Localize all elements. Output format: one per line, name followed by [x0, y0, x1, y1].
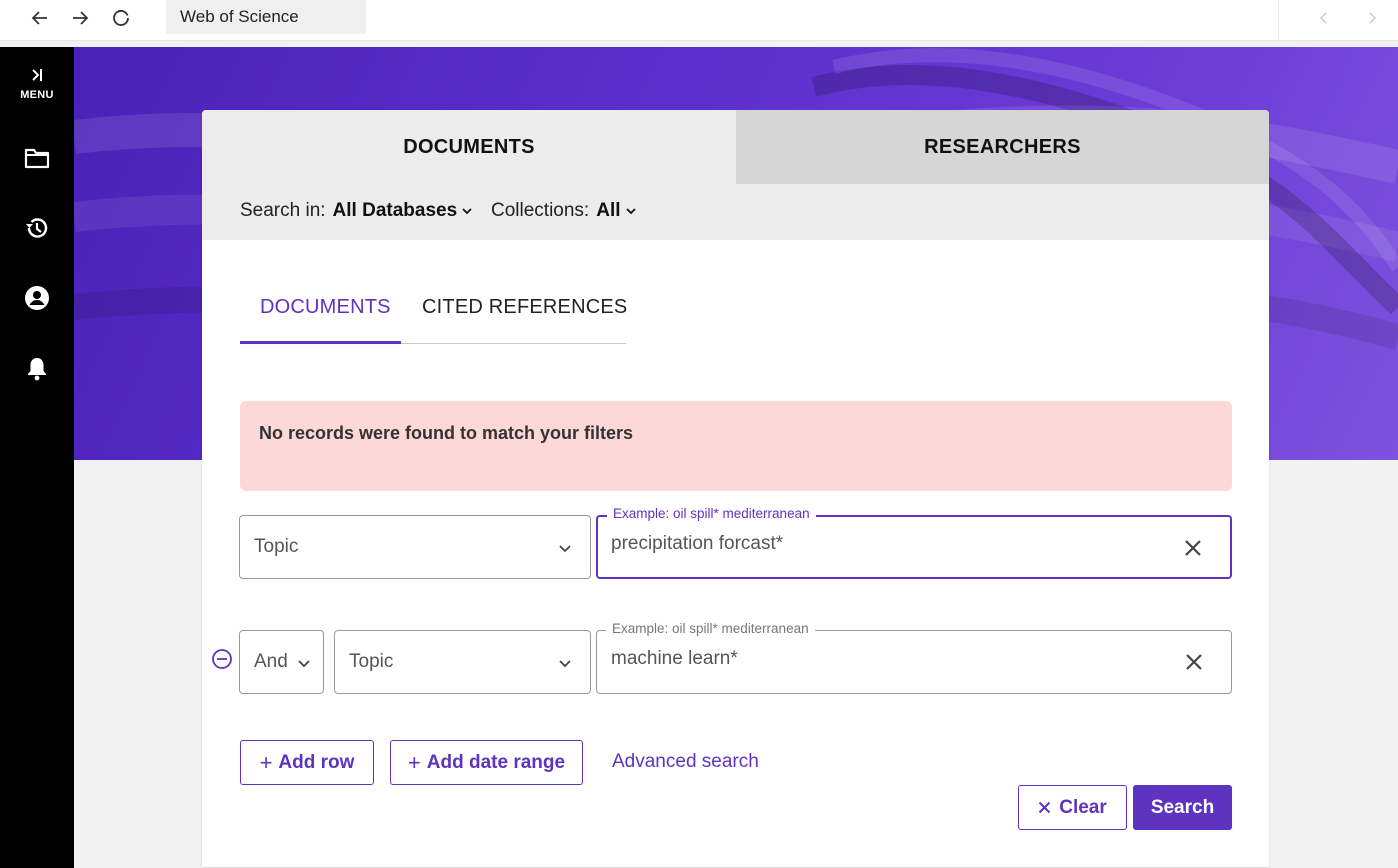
tab-title[interactable]: Web of Science: [166, 0, 366, 34]
close-icon[interactable]: [1184, 539, 1202, 557]
search-input-value[interactable]: precipitation forcast*: [611, 533, 783, 555]
chevron-down-icon: [625, 208, 636, 215]
close-icon[interactable]: [1185, 653, 1203, 671]
chevron-down-icon: [298, 660, 310, 668]
arrow-right-icon: [73, 11, 89, 25]
folder-icon: [24, 148, 50, 169]
chevron-down-icon: [559, 545, 571, 553]
chevron-left-icon: [1319, 12, 1327, 24]
no-results-alert: No records were found to match your filt…: [240, 401, 1232, 491]
history-icon: [26, 218, 48, 238]
sidebar: MENU: [0, 47, 74, 868]
add-date-range-label: Add date range: [426, 751, 566, 773]
remove-row-icon[interactable]: [211, 648, 233, 670]
forward-button[interactable]: [65, 4, 95, 32]
collections-value: All: [596, 200, 621, 221]
plus-icon: +: [407, 749, 421, 775]
search-in-label: Search in:: [240, 200, 326, 221]
add-date-range-button[interactable]: + Add date range: [390, 740, 583, 785]
clear-label: Clear: [1059, 796, 1107, 818]
sidebar-item-profile[interactable]: [0, 285, 74, 311]
account-icon: [25, 286, 49, 310]
subtab-cited-references[interactable]: CITED REFERENCES: [422, 296, 627, 319]
add-row-button[interactable]: + Add row: [240, 740, 374, 785]
field-select-value: Topic: [254, 536, 299, 557]
arrow-left-icon: [31, 11, 47, 25]
search-in-dropdown[interactable]: Search in: All Databases: [240, 200, 473, 222]
collections-label: Collections:: [491, 200, 590, 221]
alert-message: No records were found to match your filt…: [259, 423, 634, 443]
tab-researchers[interactable]: RESEARCHERS: [736, 110, 1269, 184]
bell-icon: [28, 358, 46, 381]
chevron-down-icon: [462, 208, 472, 215]
page-back-button[interactable]: [1309, 4, 1339, 32]
operator-select-row-2[interactable]: And: [239, 630, 324, 694]
subtab-documents[interactable]: DOCUMENTS: [260, 296, 391, 319]
reload-button[interactable]: [106, 4, 136, 32]
field-select-row-1[interactable]: Topic: [239, 515, 591, 579]
page-forward-button[interactable]: [1357, 4, 1387, 32]
field-select-row-2[interactable]: Topic: [334, 630, 591, 694]
chevron-right-icon: [1369, 12, 1377, 24]
advanced-search-link[interactable]: Advanced search: [612, 751, 759, 773]
search-button[interactable]: Search: [1133, 785, 1232, 830]
plus-icon: +: [259, 749, 273, 775]
sidebar-item-history[interactable]: [0, 215, 74, 241]
field-placeholder: Example: oil spill* mediterranean: [606, 621, 815, 636]
sidebar-item-saved[interactable]: [0, 146, 74, 170]
close-icon: [1039, 801, 1051, 814]
sidebar-item-alerts[interactable]: [0, 355, 74, 381]
add-row-label: Add row: [278, 751, 355, 773]
database-filter-bar: Search in: All Databases Collections: Al…: [202, 184, 1269, 240]
toolbar-divider: [1278, 0, 1279, 40]
chevron-down-icon: [559, 660, 571, 668]
expand-menu-icon: [32, 69, 42, 81]
search-field-row-2[interactable]: Example: oil spill* mediterranean machin…: [596, 621, 1232, 694]
operator-value: And: [254, 651, 288, 672]
search-input-value[interactable]: machine learn*: [611, 648, 738, 670]
menu-toggle[interactable]: MENU: [0, 67, 74, 101]
menu-label: MENU: [20, 89, 54, 101]
field-select-value: Topic: [349, 651, 394, 672]
back-button[interactable]: [25, 4, 55, 32]
subtab-active-indicator: [240, 341, 401, 344]
field-placeholder: Example: oil spill* mediterranean: [607, 506, 816, 521]
browser-toolbar: Web of Science: [0, 0, 1398, 41]
tab-documents[interactable]: DOCUMENTS: [202, 110, 736, 184]
search-in-value: All Databases: [332, 200, 458, 221]
search-card: DOCUMENTS RESEARCHERS Search in: All Dat…: [202, 110, 1269, 867]
clear-button[interactable]: Clear: [1018, 785, 1127, 830]
collections-dropdown[interactable]: Collections: All: [491, 200, 637, 222]
reload-icon: [113, 10, 129, 26]
search-field-row-1[interactable]: Example: oil spill* mediterranean precip…: [596, 506, 1232, 579]
